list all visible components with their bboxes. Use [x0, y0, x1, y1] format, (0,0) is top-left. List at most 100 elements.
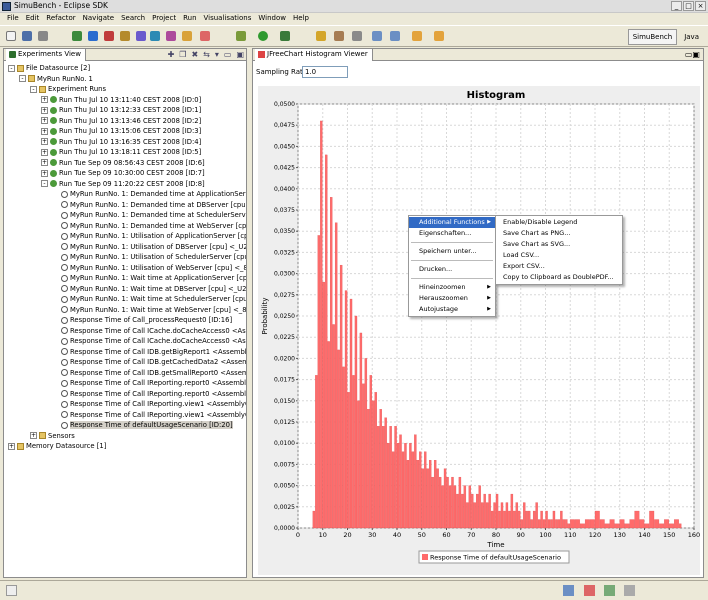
tree-item[interactable]: MyRun RunNo. 1: Demanded time at Applica…	[4, 189, 246, 200]
forward-icon[interactable]	[434, 31, 444, 41]
perspective-simubench[interactable]: SimuBench	[627, 29, 678, 45]
tree-item[interactable]: - Experiment Runs	[4, 84, 246, 95]
menu-project[interactable]: Project	[149, 13, 180, 25]
collapse-icon[interactable]: -	[19, 75, 26, 82]
tree-item[interactable]: MyRun RunNo. 1: Utilisation of Scheduler…	[4, 252, 246, 263]
menu-search[interactable]: Search	[118, 13, 149, 25]
menu-visualisations[interactable]: Visualisations	[201, 13, 256, 25]
tree-item[interactable]: Response Time of Call IReporting.report0…	[4, 389, 246, 400]
delete-icon[interactable]: ✖	[191, 49, 198, 60]
run-icon[interactable]	[258, 31, 268, 41]
status-icon-4[interactable]	[624, 585, 635, 596]
expand-icon[interactable]: +	[41, 159, 48, 166]
add-icon[interactable]: ✚	[168, 49, 175, 60]
tree-item[interactable]: Response Time of Call IDB.getSmallReport…	[4, 368, 246, 379]
expand-icon[interactable]: +	[41, 96, 48, 103]
print-icon[interactable]	[38, 31, 48, 41]
tree-item[interactable]: + Run Tue Sep 09 08:56:43 CEST 2008 [ID:6…	[4, 158, 246, 169]
perspective-java[interactable]: Java	[679, 29, 704, 45]
tree-item[interactable]: Response Time of Call IReporting.view1 <…	[4, 399, 246, 410]
new-java-icon[interactable]	[316, 31, 326, 41]
tree-item[interactable]: Response Time of Call ICache.doCacheAcce…	[4, 326, 246, 337]
collapse-icon[interactable]: -	[41, 180, 48, 187]
model-icon[interactable]	[136, 31, 146, 41]
submenu-item[interactable]: Save Chart as SVG...	[496, 239, 622, 250]
tree-item[interactable]: Response Time of Call IDB.getBigReport1 …	[4, 347, 246, 358]
tree-item[interactable]: MyRun RunNo. 1: Demanded time at Schedul…	[4, 210, 246, 221]
expand-icon[interactable]: +	[8, 442, 15, 450]
tree-item[interactable]: Response Time of Call IReporting.report0…	[4, 378, 246, 389]
tree-item[interactable]: MyRun RunNo. 1: Utilisation of Applicati…	[4, 231, 246, 242]
expand-icon[interactable]: +	[41, 169, 48, 177]
menu-edit[interactable]: Edit	[23, 13, 44, 25]
minimize-view-icon[interactable]: ▭	[224, 49, 232, 60]
next-annotation-icon[interactable]	[390, 31, 400, 41]
maximize-button[interactable]: □	[683, 1, 694, 11]
maximize-view-icon[interactable]: ▣	[236, 49, 244, 60]
menu-window[interactable]: Window	[255, 13, 290, 25]
tree-item[interactable]: MyRun RunNo. 1: Wait time at Application…	[4, 273, 246, 284]
menu-navigate[interactable]: Navigate	[80, 13, 118, 25]
tree-item[interactable]: - File Datasource [2]	[4, 63, 246, 74]
tree-item[interactable]: MyRun RunNo. 1: Demanded time at WebServ…	[4, 221, 246, 232]
context-menu-item[interactable]: Autojustage ▶	[409, 304, 495, 315]
submenu-item[interactable]: Save Chart as PNG...	[496, 228, 622, 239]
package-icon[interactable]	[120, 31, 130, 41]
menu-refactor[interactable]: Refactor	[43, 13, 79, 25]
submenu-item[interactable]: Export CSV...	[496, 261, 622, 272]
analysis-icon[interactable]	[166, 31, 176, 41]
prev-annotation-icon[interactable]	[372, 31, 382, 41]
close-button[interactable]: ×	[695, 1, 706, 11]
tree-item[interactable]: + Memory Datasource [1]	[4, 441, 246, 452]
save-icon[interactable]	[22, 31, 32, 41]
back-icon[interactable]	[412, 31, 422, 41]
tree-item[interactable]: Response Time of Call ICache.doCacheAcce…	[4, 336, 246, 347]
resource-icon[interactable]	[182, 31, 192, 41]
tree-item[interactable]: + Run Thu Jul 10 13:15:06 CEST 2008 [ID:3…	[4, 126, 246, 137]
expand-icon[interactable]: +	[41, 148, 48, 156]
fast-view-icon[interactable]	[6, 585, 17, 596]
sync-icon[interactable]: ⇆	[203, 49, 210, 60]
external-tools-icon[interactable]	[280, 31, 290, 41]
tree-item[interactable]: + Run Thu Jul 10 13:13:46 CEST 2008 [ID:2…	[4, 116, 246, 127]
simulate-icon[interactable]	[150, 31, 160, 41]
expand-icon[interactable]: +	[41, 127, 48, 135]
stop-icon[interactable]	[200, 31, 210, 41]
tree-item[interactable]: MyRun RunNo. 1: Wait time at SchedulerSe…	[4, 294, 246, 305]
tree-item[interactable]: MyRun RunNo. 1: Utilisation of WebServer…	[4, 263, 246, 274]
menu-file[interactable]: File	[4, 13, 23, 25]
tree-item[interactable]: Response Time of Call_processRequest0 [I…	[4, 315, 246, 326]
expand-icon[interactable]: +	[30, 432, 37, 439]
status-icon-1[interactable]	[563, 585, 574, 596]
tab-histogram-viewer[interactable]: JFreeChart Histogram Viewer	[255, 49, 373, 61]
minimize-button[interactable]: _	[671, 1, 682, 11]
status-icon-3[interactable]	[604, 585, 615, 596]
menu-run[interactable]: Run	[180, 13, 200, 25]
submenu-item[interactable]: Copy to Clipboard as DoublePDF...	[496, 272, 622, 283]
open-type-icon[interactable]	[334, 31, 344, 41]
collapse-icon[interactable]: -	[8, 64, 15, 72]
tree-item[interactable]: + Run Tue Sep 09 10:30:00 CEST 2008 [ID:7…	[4, 168, 246, 179]
new-icon[interactable]	[6, 31, 16, 41]
histogram-chart[interactable]: 0,0000 0,0025 0,0050 0,0075 0,0100 0,0125 0,01…	[258, 86, 700, 575]
context-menu-item[interactable]: Additional Functions ▶	[409, 217, 495, 228]
tree-item[interactable]: + Run Thu Jul 10 13:16:35 CEST 2008 [ID:4…	[4, 137, 246, 148]
tree-item[interactable]: - MyRun RunNo. 1	[4, 74, 246, 85]
tree-item[interactable]: - Run Tue Sep 09 11:20:22 CEST 2008 [ID:8…	[4, 179, 246, 190]
tab-experiments-view[interactable]: Experiments View	[6, 49, 86, 61]
tree-item[interactable]: + Run Thu Jul 10 13:11:40 CEST 2008 [ID:0…	[4, 95, 246, 106]
expand-icon[interactable]: +	[41, 106, 48, 114]
sampling-rate-input[interactable]	[302, 66, 348, 78]
view-menu-icon[interactable]: ▾	[215, 49, 219, 60]
menu-help[interactable]: Help	[290, 13, 313, 25]
collapse-icon[interactable]: -	[30, 85, 37, 93]
tree-item[interactable]: Response Time of Call IReporting.view1 <…	[4, 410, 246, 421]
submenu-item[interactable]: Load CSV...	[496, 250, 622, 261]
expand-icon[interactable]: +	[41, 138, 48, 145]
experiment-icon[interactable]	[72, 31, 82, 41]
tree-item[interactable]: Response Time of defaultUsageScenario [I…	[4, 420, 246, 431]
tree-item[interactable]: MyRun RunNo. 1: Utilisation of DBServer …	[4, 242, 246, 253]
tree-item[interactable]: + Run Thu Jul 10 13:12:33 CEST 2008 [ID:1…	[4, 105, 246, 116]
debug-icon[interactable]	[236, 31, 246, 41]
tree-item[interactable]: + Run Thu Jul 10 13:18:11 CEST 2008 [ID:5…	[4, 147, 246, 158]
